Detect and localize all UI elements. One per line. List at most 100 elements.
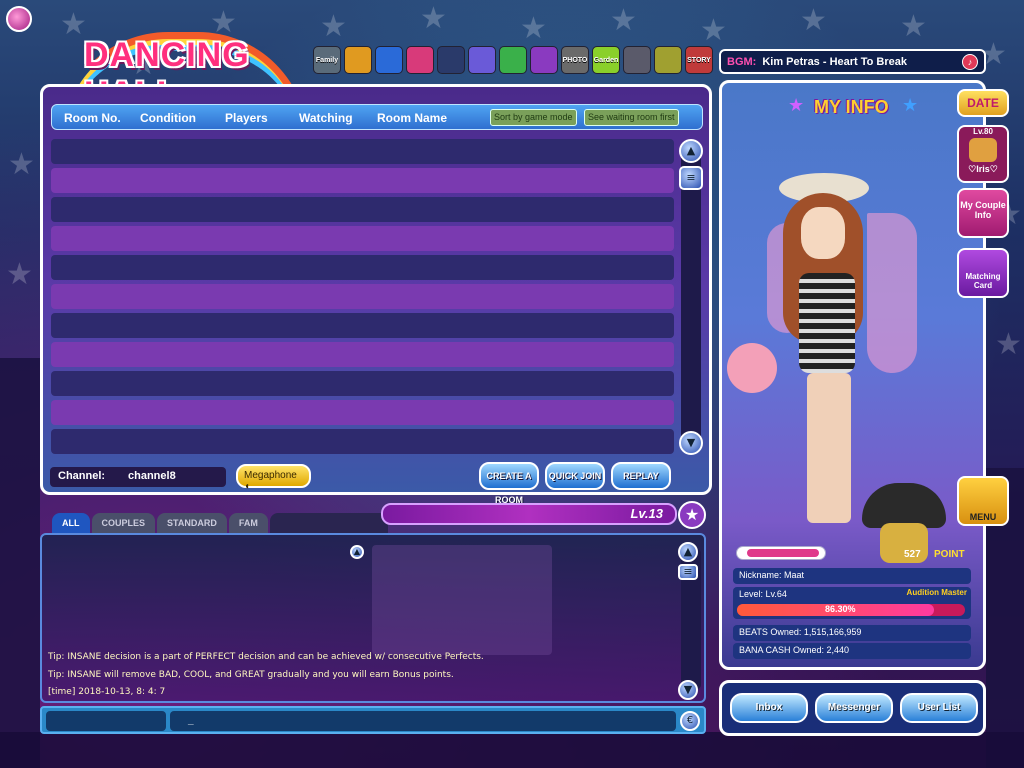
tab-standard[interactable]: STANDARD <box>157 513 227 533</box>
chat-tabs: ALL COUPLES STANDARD FAM <box>52 513 388 533</box>
quick-join-button[interactable]: QUICK JOIN <box>545 462 605 490</box>
top-toolbar: Family PHOTO Garden STORY <box>313 46 713 74</box>
gear-flower-icon[interactable] <box>375 46 403 74</box>
col-room-name[interactable]: Room Name <box>377 111 447 125</box>
create-room-button[interactable]: CREATE A ROOM <box>479 462 539 505</box>
menu-button[interactable]: MENU <box>957 476 1009 526</box>
story-icon[interactable]: STORY <box>685 46 713 74</box>
bgm-label: BGM: <box>727 55 757 68</box>
level-value: Level: Lv.64 <box>739 589 787 599</box>
scroll-up-icon[interactable]: ▲ <box>679 139 703 163</box>
partner-avatar <box>969 138 997 162</box>
partner-level: Lv.80 <box>973 127 993 136</box>
megaphone-button[interactable]: Megaphone ◖ <box>236 464 311 492</box>
nickname-field: Nickname: Maat <box>733 568 971 584</box>
bottom-nav: Inbox Messenger User List <box>719 680 986 736</box>
megaphone-label: Megaphone <box>244 470 297 481</box>
ball-shape <box>727 343 777 393</box>
scroll-thumb-icon[interactable]: ≡ <box>679 166 703 190</box>
scroll-down-icon[interactable]: ▼ <box>679 431 703 455</box>
room-row[interactable] <box>51 255 674 280</box>
partner-name: ♡Iris♡ <box>968 164 998 174</box>
music-icon[interactable]: ♪ <box>962 54 978 70</box>
wing-shape <box>867 213 917 373</box>
messenger-button[interactable]: Messenger <box>815 693 893 723</box>
level-text: Lv.13 <box>630 506 663 521</box>
level-bar: Lv.13 <box>381 503 677 525</box>
star-icon[interactable]: ★ <box>678 501 706 529</box>
chat-scroll-up-icon[interactable]: ▲ <box>678 542 698 562</box>
date-button[interactable]: DATE <box>957 89 1009 117</box>
room-list-header: Room No. Condition Players Watching Room… <box>51 104 703 130</box>
channel-display: Channel: channel8 <box>50 467 226 487</box>
col-room-no[interactable]: Room No. <box>64 111 121 125</box>
beats-field: BEATS Owned: 1,515,166,959 <box>733 625 971 641</box>
character-avatar <box>727 173 927 533</box>
chat-collapse-icon[interactable]: ▲ <box>350 545 364 559</box>
megaphone-icon: ◖ <box>244 481 251 492</box>
room-row[interactable] <box>51 226 674 251</box>
book-icon[interactable] <box>654 46 682 74</box>
tab-couples[interactable]: COUPLES <box>91 513 156 533</box>
room-row[interactable] <box>51 342 674 367</box>
gift-icon[interactable] <box>406 46 434 74</box>
col-watching[interactable]: Watching <box>299 111 353 125</box>
bgm-bar: BGM: Kim Petras - Heart To Break ♪ <box>719 49 986 74</box>
legs-shape <box>807 373 851 523</box>
shell-icon[interactable] <box>623 46 651 74</box>
room-row[interactable] <box>51 400 674 425</box>
chat-line: Tip: INSANE will remove BAD, COOL, and G… <box>48 670 454 680</box>
emoticon-icon[interactable]: € <box>680 711 700 731</box>
couple-info-button[interactable]: My Couple Info <box>957 188 1009 238</box>
tab-fam[interactable]: FAM <box>228 513 268 533</box>
chat-target-field[interactable] <box>46 711 166 731</box>
my-info-title: MY INFO <box>814 97 889 117</box>
dancing-hall-logo: DANCING HALL <box>58 28 308 113</box>
room-row[interactable] <box>51 197 674 222</box>
channel-label: Channel: <box>58 470 106 482</box>
points-value: 527 <box>904 549 921 560</box>
tab-blank <box>269 513 388 533</box>
group-icon[interactable] <box>468 46 496 74</box>
room-row[interactable] <box>51 168 674 193</box>
room-row[interactable] <box>51 429 674 454</box>
room-row[interactable] <box>51 284 674 309</box>
points-label: POINT <box>934 549 965 560</box>
level-field: Level: Lv.64 Audition Master 86.30% <box>733 587 971 619</box>
matching-card-button[interactable]: Matching Card <box>957 248 1009 298</box>
bana-cash-field: BANA CASH Owned: 2,440 <box>733 643 971 659</box>
ticket-icon[interactable] <box>344 46 372 74</box>
tab-all[interactable]: ALL <box>52 513 90 533</box>
chat-scroll-down-icon[interactable]: ▼ <box>678 680 698 700</box>
garden-icon[interactable]: Garden <box>592 46 620 74</box>
rank-badge: Audition Master <box>906 588 967 597</box>
exp-bar: 86.30% <box>737 604 965 616</box>
channel-value: channel8 <box>128 470 176 482</box>
leaf-icon[interactable] <box>499 46 527 74</box>
face-shape <box>801 207 845 259</box>
room-row[interactable] <box>51 313 674 338</box>
photo-icon[interactable]: PHOTO <box>561 46 589 74</box>
waiting-room-first-button[interactable]: See waiting room first <box>584 109 679 126</box>
room-row[interactable] <box>51 371 674 396</box>
replay-button[interactable]: REPLAY <box>611 462 671 490</box>
tv-icon[interactable] <box>530 46 558 74</box>
chat-input[interactable]: _ <box>170 711 676 731</box>
chat-box: Tip: INSANE decision is a part of PERFEC… <box>40 533 706 703</box>
shadow-icon[interactable] <box>437 46 465 74</box>
sort-by-mode-button[interactable]: Sort by game mode <box>490 109 577 126</box>
bgm-track: Kim Petras - Heart To Break <box>762 55 908 68</box>
chat-line: Tip: INSANE decision is a part of PERFEC… <box>48 652 484 662</box>
chat-scroll-thumb-icon[interactable]: ≡ <box>678 564 698 580</box>
star-icon: ★ <box>788 95 805 116</box>
chat-input-bar: _ € <box>40 706 706 734</box>
col-condition[interactable]: Condition <box>140 111 196 125</box>
user-list-button[interactable]: User List <box>900 693 978 723</box>
col-players[interactable]: Players <box>225 111 268 125</box>
room-row[interactable] <box>51 139 674 164</box>
inbox-button[interactable]: Inbox <box>730 693 808 723</box>
partner-card[interactable]: Lv.80 ♡Iris♡ <box>957 125 1009 183</box>
room-scrollbar[interactable] <box>681 147 701 449</box>
room-rows <box>51 139 674 458</box>
family-icon[interactable]: Family <box>313 46 341 74</box>
